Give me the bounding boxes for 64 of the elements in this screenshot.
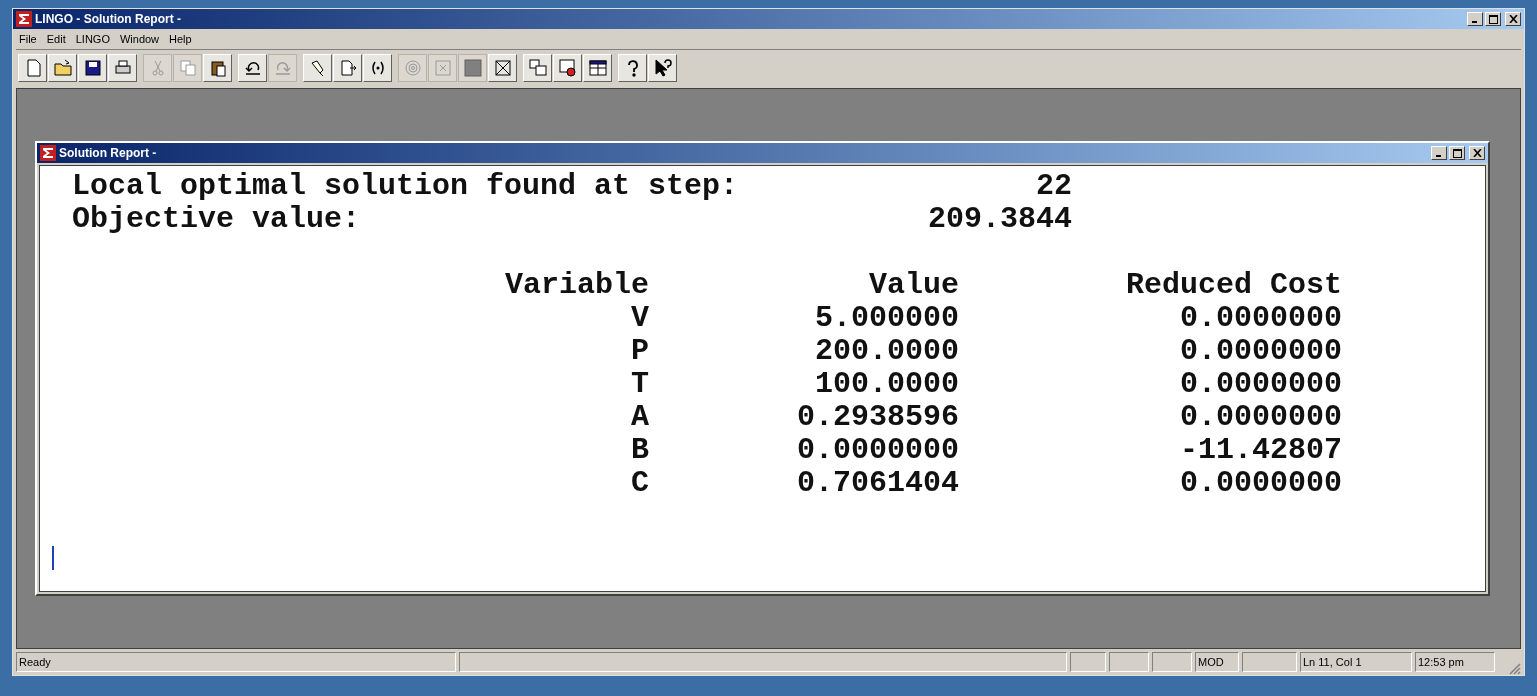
target-icon xyxy=(402,57,423,78)
cascade-windows-icon xyxy=(527,57,548,78)
table-cell-text: 0.0000000 xyxy=(1178,401,1342,434)
boxed-x-icon xyxy=(492,57,513,78)
column-header: Value xyxy=(868,269,959,302)
table-cell-text: A xyxy=(630,401,649,434)
table-cell-text: T xyxy=(630,368,649,401)
status-pane: Ln 11, Col 1 xyxy=(1300,652,1412,672)
status-pane xyxy=(1242,652,1297,672)
menu-item[interactable]: Edit xyxy=(46,30,66,48)
child-window-title: Solution Report - xyxy=(59,145,157,162)
table-cell-text: 0.0000000 xyxy=(1178,368,1342,401)
folder-icon xyxy=(52,57,73,78)
menu-item[interactable]: Help xyxy=(169,30,192,48)
table-cell-text: 200.0000 xyxy=(813,335,959,368)
status-pane xyxy=(1070,652,1106,672)
minimize-button[interactable] xyxy=(1467,12,1483,26)
column-header: Reduced Cost xyxy=(1124,269,1342,302)
status-pane: MOD xyxy=(1195,652,1239,672)
report-value: 209.3844 xyxy=(926,203,1072,236)
menu-item[interactable]: File xyxy=(19,30,37,48)
maximize-icon xyxy=(1488,14,1498,24)
help-pointer-icon xyxy=(652,57,673,78)
menu-item[interactable]: LINGO xyxy=(75,30,110,48)
table-cell-text: 0.0000000 xyxy=(1178,302,1342,335)
status-pane xyxy=(1109,652,1149,672)
column-header: Variable xyxy=(503,269,649,302)
menu-item[interactable]: Window xyxy=(119,30,160,48)
status-pane xyxy=(1152,652,1192,672)
maximize-button[interactable] xyxy=(1449,146,1465,160)
maximize-icon xyxy=(1452,148,1462,158)
square-icon xyxy=(462,57,483,78)
report-label: Objective value: xyxy=(72,203,362,236)
window-dot-icon xyxy=(557,57,578,78)
close-button[interactable] xyxy=(1505,12,1521,26)
grid-icon xyxy=(587,57,608,78)
close-icon xyxy=(1508,15,1518,23)
table-cell-text: 0.0000000 xyxy=(1178,335,1342,368)
table-cell-text: 0.0000000 xyxy=(795,434,959,467)
status-pane: Ready xyxy=(16,652,456,672)
report-value: 22 xyxy=(1035,170,1072,203)
window-title: LINGO - Solution Report - xyxy=(35,11,181,28)
resize-grip-icon xyxy=(1507,661,1521,675)
table-cell-text: C xyxy=(630,467,649,500)
table-cell-text: V xyxy=(630,302,649,335)
table-cell-text: 0.0000000 xyxy=(1178,467,1342,500)
table-cell-text: 100.0000 xyxy=(813,368,959,401)
sigma-logo-icon xyxy=(40,145,56,161)
close-window-icon xyxy=(432,57,453,78)
maximize-button[interactable] xyxy=(1485,12,1501,26)
minimize-button[interactable] xyxy=(1431,146,1447,160)
sigma-logo-icon xyxy=(16,11,32,27)
copy-icon xyxy=(177,57,198,78)
close-icon xyxy=(1472,149,1482,157)
table-cell-text: B xyxy=(630,434,649,467)
table-cell-text: -11.42807 xyxy=(1178,434,1342,467)
close-button[interactable] xyxy=(1469,146,1485,160)
table-cell-text: P xyxy=(630,335,649,368)
text-cursor xyxy=(52,546,54,570)
status-pane: 12:53 pm xyxy=(1415,652,1495,672)
table-cell-text: 0.7061404 xyxy=(795,467,959,500)
report-label: Local optimal solution found at step: xyxy=(72,170,740,203)
table-cell-text: 5.000000 xyxy=(813,302,959,335)
table-cell-text: 0.2938596 xyxy=(795,401,959,434)
